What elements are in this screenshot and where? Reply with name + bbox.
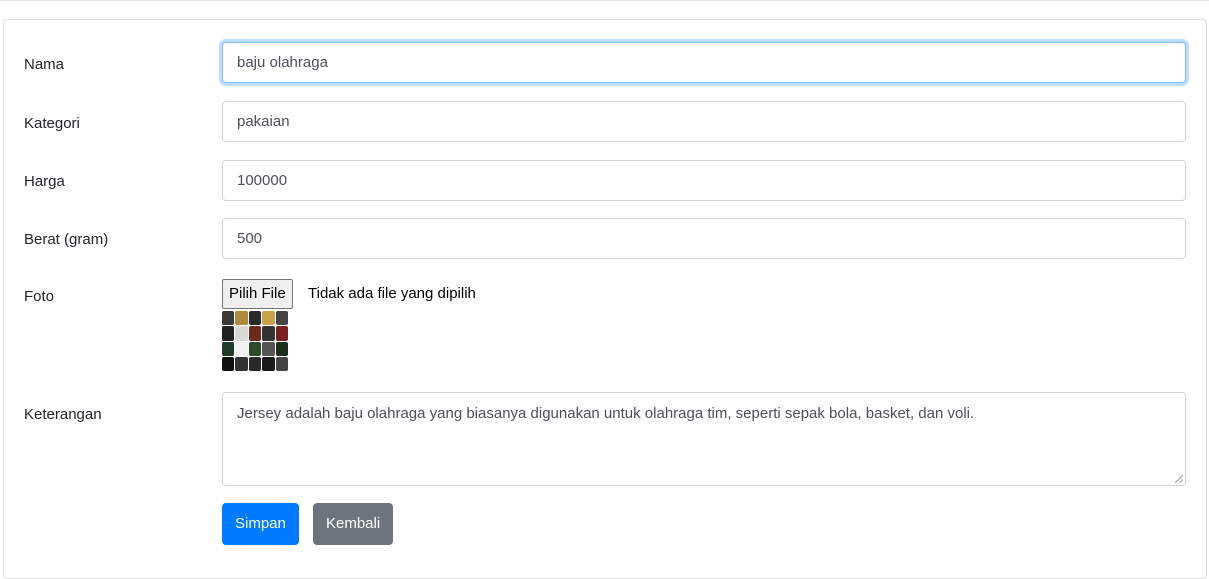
file-status-text: Tidak ada file yang dipilih (308, 285, 476, 302)
harga-label: Harga (24, 173, 65, 190)
top-divider (0, 0, 1209, 1)
save-button[interactable]: Simpan (222, 503, 299, 545)
product-photo-thumbnail (222, 311, 288, 371)
foto-label: Foto (24, 288, 55, 305)
choose-file-button[interactable]: Pilih File (222, 279, 293, 309)
harga-input[interactable] (222, 160, 1186, 201)
nama-input[interactable] (222, 42, 1186, 83)
keterangan-textarea[interactable]: Jersey adalah baju olahraga yang biasany… (222, 392, 1186, 486)
resize-handle-icon[interactable] (1175, 475, 1183, 483)
kategori-label: Kategori (24, 115, 80, 132)
berat-label: Berat (gram) (24, 231, 109, 248)
keterangan-text: Jersey adalah baju olahraga yang biasany… (237, 405, 975, 422)
back-button[interactable]: Kembali (313, 503, 394, 545)
kategori-input[interactable] (222, 101, 1186, 142)
keterangan-label: Keterangan (24, 406, 102, 423)
nama-label: Nama (24, 56, 65, 73)
berat-input[interactable] (222, 218, 1186, 259)
